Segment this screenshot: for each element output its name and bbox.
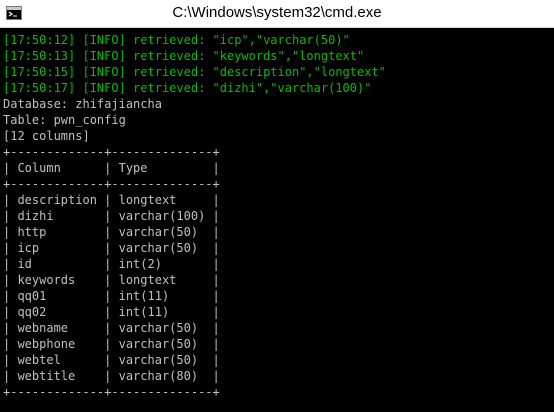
columns-count-line: [12 columns] [3, 129, 90, 143]
table-border-mid: +-------------+--------------+ [3, 177, 220, 191]
table-row: | dizhi | varchar(100) | [3, 209, 220, 223]
table-row: | http | varchar(50) | [3, 225, 220, 239]
table-row: | keywords | longtext | [3, 273, 220, 287]
table-row: | icp | varchar(50) | [3, 241, 220, 255]
table-row: | webphone | varchar(50) | [3, 337, 220, 351]
log-line: [17:50:15] [INFO] retrieved: "descriptio… [3, 65, 386, 79]
table-row: | id | int(2) | [3, 257, 220, 271]
table-border-bottom: +-------------+--------------+ [3, 385, 220, 399]
table-row: | webname | varchar(50) | [3, 321, 220, 335]
title-bar[interactable]: C:\Windows\system32\cmd.exe [0, 0, 554, 28]
table-line: Table: pwn_config [3, 113, 126, 127]
console-output[interactable]: [17:50:12] [INFO] retrieved: "icp","varc… [0, 28, 554, 412]
table-row: | qq01 | int(11) | [3, 289, 220, 303]
table-row: | webtitle | varchar(80) | [3, 369, 220, 383]
table-row: | description | longtext | [3, 193, 220, 207]
database-line: Database: zhifajiancha [3, 97, 162, 111]
window-title: C:\Windows\system32\cmd.exe [172, 4, 382, 21]
table-row: | qq02 | int(11) | [3, 305, 220, 319]
log-line: [17:50:13] [INFO] retrieved: "keywords",… [3, 49, 365, 63]
cmd-window: C:\Windows\system32\cmd.exe [17:50:12] [… [0, 0, 554, 412]
table-border-top: +-------------+--------------+ [3, 145, 220, 159]
table-row: | webtel | varchar(50) | [3, 353, 220, 367]
log-line: [17:50:12] [INFO] retrieved: "icp","varc… [3, 33, 350, 47]
table-header-row: | Column | Type | [3, 161, 220, 175]
log-line: [17:50:17] [INFO] retrieved: "dizhi","va… [3, 81, 372, 95]
